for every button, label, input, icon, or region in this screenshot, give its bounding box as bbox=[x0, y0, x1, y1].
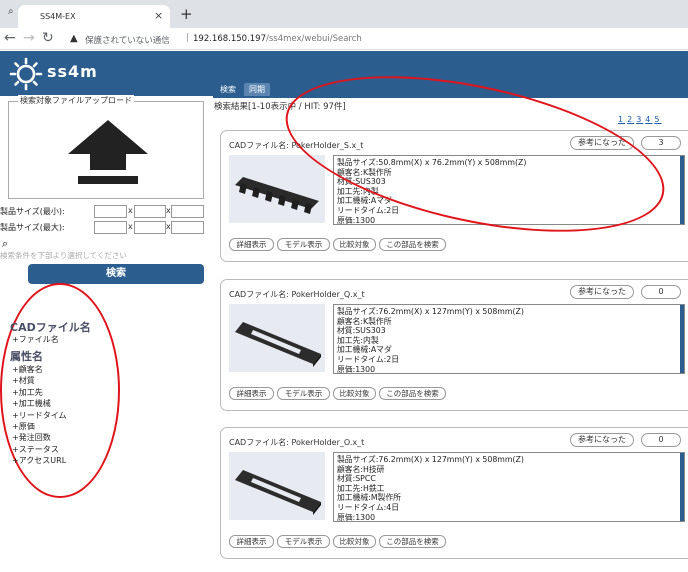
detail-button[interactable]: 詳細表示 bbox=[229, 387, 274, 400]
spec-line: 加工機械:Aマダ bbox=[337, 345, 392, 355]
upload-arrow-icon[interactable] bbox=[68, 120, 148, 186]
model-view-button[interactable]: モデル表示 bbox=[277, 238, 330, 251]
size-min-x-input[interactable] bbox=[94, 205, 127, 218]
search-similar-button[interactable]: この部品を検索 bbox=[379, 238, 446, 251]
card-title: CADファイル名: PokerHolder_Q.x_t bbox=[229, 290, 365, 299]
size-max-z-input[interactable] bbox=[171, 221, 204, 234]
part-thumbnail[interactable] bbox=[229, 452, 325, 520]
page-link[interactable]: 1 bbox=[618, 115, 625, 124]
security-warning-text[interactable]: 保護されていない通信 bbox=[85, 34, 170, 46]
size-max-x-input[interactable] bbox=[94, 221, 127, 234]
detail-button[interactable]: 詳細表示 bbox=[229, 535, 274, 548]
facet-item[interactable]: +発注回数 bbox=[12, 432, 51, 443]
url-field[interactable]: 192.168.150.197/ss4mex/webui/Search bbox=[193, 34, 362, 44]
facet-item[interactable]: +ファイル名 bbox=[12, 334, 59, 345]
spec-line: 材質:SUS303 bbox=[337, 326, 386, 336]
warning-icon[interactable]: ▲ bbox=[70, 33, 78, 44]
facet-item[interactable]: +加工先 bbox=[12, 387, 43, 398]
compare-button[interactable]: 比較対象 bbox=[333, 238, 376, 251]
size-min-label: 製品サイズ(最小): bbox=[0, 207, 65, 216]
size-max-label: 製品サイズ(最大): bbox=[0, 223, 65, 232]
spec-scrollbar[interactable] bbox=[680, 305, 684, 373]
spec-line: リードタイム:2日 bbox=[337, 354, 400, 364]
helpful-count: 0 bbox=[641, 285, 681, 299]
spec-line: 原価:1300 bbox=[337, 364, 376, 374]
compare-button[interactable]: 比較対象 bbox=[333, 387, 376, 400]
url-separator: | bbox=[186, 33, 190, 43]
new-tab-button[interactable]: + bbox=[180, 5, 193, 23]
facet-item[interactable]: +加工機械 bbox=[12, 398, 51, 409]
reload-icon[interactable]: ↻ bbox=[42, 30, 54, 46]
facet-item[interactable]: +材質 bbox=[12, 375, 35, 386]
page-link[interactable]: 4 bbox=[645, 115, 652, 124]
page-link[interactable]: 3 bbox=[636, 115, 643, 124]
search-icon: ⌕ bbox=[8, 6, 14, 17]
back-arrow-icon[interactable]: ← bbox=[4, 30, 16, 46]
compare-button[interactable]: 比較対象 bbox=[333, 535, 376, 548]
spec-scrollbar[interactable] bbox=[680, 453, 684, 521]
helpful-button[interactable]: 参考になった bbox=[570, 285, 634, 299]
browser-tab-title: SS4M-EX bbox=[40, 12, 76, 21]
spec-line: 顧客名:H技研 bbox=[337, 464, 385, 474]
detail-button[interactable]: 詳細表示 bbox=[229, 238, 274, 251]
size-sep: x bbox=[128, 222, 133, 231]
search-hint: 検索条件を下部より選択してください bbox=[0, 251, 127, 260]
spec-scrollbar[interactable] bbox=[680, 156, 684, 224]
url-host: 192.168.150.197 bbox=[193, 34, 267, 44]
spec-line: 原価:1300 bbox=[337, 512, 376, 522]
spec-line: 製品サイズ:76.2mm(X) x 127mm(Y) x 508mm(Z) bbox=[337, 455, 524, 464]
size-min-z-input[interactable] bbox=[171, 205, 204, 218]
card-title: CADファイル名: PokerHolder_O.x_t bbox=[229, 438, 365, 447]
spec-line: リードタイム:4日 bbox=[337, 502, 400, 512]
search-similar-button[interactable]: この部品を検索 bbox=[379, 387, 446, 400]
search-similar-button[interactable]: この部品を検索 bbox=[379, 535, 446, 548]
result-card: CADファイル名: PokerHolder_Q.x_t 参考になった 0 製品サ… bbox=[220, 279, 688, 411]
facet-item[interactable]: +顧客名 bbox=[12, 364, 43, 375]
model-view-button[interactable]: モデル表示 bbox=[277, 387, 330, 400]
facet-item[interactable]: +原価 bbox=[12, 421, 35, 432]
page-link[interactable]: 5 bbox=[654, 115, 661, 124]
spec-line: 加工先:内製 bbox=[337, 335, 379, 345]
forward-arrow-icon[interactable]: → bbox=[23, 30, 35, 46]
helpful-count: 0 bbox=[641, 433, 681, 447]
helpful-button[interactable]: 参考になった bbox=[570, 433, 634, 447]
size-min-y-input[interactable] bbox=[134, 205, 166, 218]
search-button[interactable]: 検索 bbox=[28, 264, 204, 284]
result-card: CADファイル名: PokerHolder_O.x_t 参考になった 0 製品サ… bbox=[220, 427, 688, 559]
tab-search[interactable]: 検索 bbox=[215, 83, 241, 96]
helpful-count: 3 bbox=[641, 136, 681, 150]
logo-text: ss4m bbox=[47, 62, 98, 81]
cad-filename-header: CADファイル名 bbox=[10, 321, 91, 334]
page-link[interactable]: 2 bbox=[627, 115, 634, 124]
spec-box[interactable]: 製品サイズ:76.2mm(X) x 127mm(Y) x 508mm(Z) 顧客名… bbox=[333, 452, 685, 522]
spec-line: 材質:SPCC bbox=[337, 474, 376, 484]
search-icon[interactable]: ⌕ bbox=[2, 237, 8, 251]
attribute-header: 属性名 bbox=[10, 350, 43, 363]
part-thumbnail[interactable] bbox=[229, 155, 325, 223]
part-thumbnail[interactable] bbox=[229, 304, 325, 372]
tab-similar[interactable]: 同期 bbox=[244, 83, 270, 96]
size-max-y-input[interactable] bbox=[134, 221, 166, 234]
close-icon[interactable]: × bbox=[154, 9, 163, 22]
model-view-button[interactable]: モデル表示 bbox=[277, 535, 330, 548]
size-sep: x bbox=[128, 206, 133, 215]
upload-title: 検索対象ファイルアップロード bbox=[18, 95, 134, 106]
spec-line: 加工機械:M製作所 bbox=[337, 493, 401, 503]
facet-item[interactable]: +ステータス bbox=[12, 444, 59, 455]
spec-line: 製品サイズ:76.2mm(X) x 127mm(Y) x 508mm(Z) bbox=[337, 307, 524, 316]
spec-box[interactable]: 製品サイズ:76.2mm(X) x 127mm(Y) x 508mm(Z) 顧客名… bbox=[333, 304, 685, 374]
spec-line: 加工先:H鉄工 bbox=[337, 483, 385, 493]
facet-item[interactable]: +アクセスURL bbox=[12, 455, 66, 466]
spec-line: 顧客名:K製作所 bbox=[337, 316, 392, 326]
gear-magnifier-icon bbox=[9, 57, 43, 91]
pagination: 12345 bbox=[618, 115, 663, 124]
address-bar: ← → ↻ ▲ 保護されていない通信 | 192.168.150.197/ss4… bbox=[0, 28, 688, 50]
facet-item[interactable]: +リードタイム bbox=[12, 410, 67, 421]
url-path: /ss4mex/webui/Search bbox=[266, 34, 362, 44]
browser-tab[interactable]: SS4M-EX bbox=[18, 5, 170, 28]
